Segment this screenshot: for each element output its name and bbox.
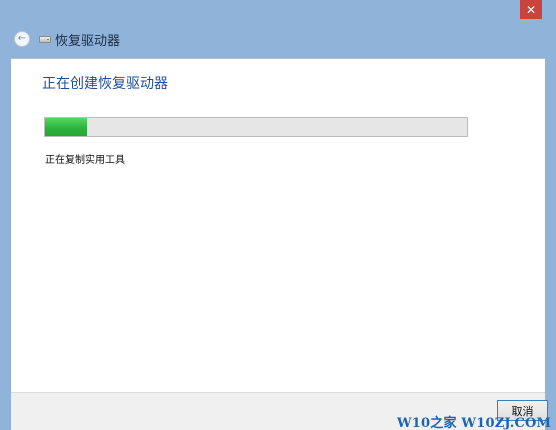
close-icon: ✕ <box>525 2 537 17</box>
watermark-logo: W10之家 W10ZJ.COM <box>397 416 552 430</box>
page-heading: 正在创建恢复驱动器 <box>42 76 168 92</box>
back-arrow-icon: ← <box>17 33 27 44</box>
navigation-bar: ← 恢复驱动器 <box>14 29 120 49</box>
progress-bar-fill <box>45 118 88 136</box>
recovery-drive-window: ✕ ← 恢复驱动器 正在创建恢复驱动器 正在复制实用工具 取消 W10之家 W1… <box>0 0 556 430</box>
drive-icon <box>39 35 51 43</box>
content-panel: 正在创建恢复驱动器 正在复制实用工具 <box>11 58 545 393</box>
status-text: 正在复制实用工具 <box>45 155 125 166</box>
window-title: 恢复驱动器 <box>55 33 121 49</box>
progress-bar <box>44 117 468 137</box>
back-button[interactable]: ← <box>14 31 30 47</box>
close-button[interactable]: ✕ <box>520 0 542 19</box>
